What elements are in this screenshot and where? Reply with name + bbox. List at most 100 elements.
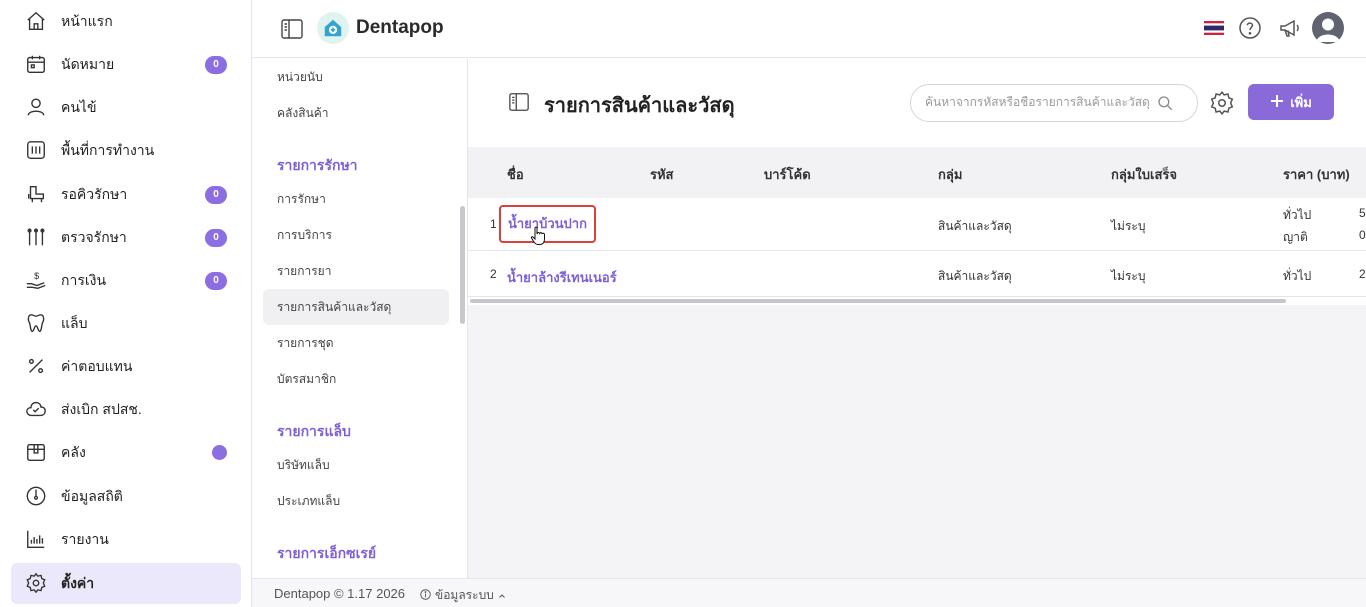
nav-label: ตรวจรักษา — [61, 228, 127, 245]
submenu-item-sets[interactable]: รายการชุด — [263, 325, 449, 361]
search-box — [910, 84, 1198, 122]
nav-label: พื้นที่การทำงาน — [61, 141, 155, 158]
scrollbar-thumb[interactable] — [470, 299, 1286, 303]
user-icon — [24, 95, 48, 119]
nav-item-patients[interactable]: คนไข้ — [11, 87, 241, 128]
nav-item-inventory[interactable]: คลัง — [11, 432, 241, 473]
price-label: ทั่วไป — [1283, 208, 1312, 222]
submenu-scrollbar[interactable] — [460, 206, 465, 324]
nav-label: ตั้งค่า — [61, 574, 95, 591]
nav-item-finance[interactable]: $ การเงิน 0 — [11, 260, 241, 301]
table-row[interactable]: 1 น้ำยาบ้วนปาก สินค้าและวัสดุ ไม่ระบุ ทั… — [468, 198, 1366, 251]
system-info-link[interactable]: ข้อมูลระบบ — [420, 586, 506, 605]
top-bar: Dentapop — [252, 0, 1366, 58]
column-header-barcode[interactable]: บาร์โค้ด — [764, 164, 811, 185]
cloud-check-icon — [24, 397, 48, 421]
page-title: รายการสินค้าและวัสดุ — [544, 95, 735, 117]
horizontal-scrollbar[interactable] — [468, 297, 1366, 305]
submenu-item-lab-types[interactable]: ประเภทแล็บ — [263, 483, 449, 519]
receipt-group-cell: ไม่ระบุ — [1111, 219, 1146, 233]
settings-submenu: หน่วยนับ คลังสินค้า รายการรักษา การรักษา… — [252, 59, 468, 578]
gauge-icon — [24, 484, 48, 508]
nav-label: ส่งเบิก สปสช. — [61, 400, 142, 417]
report-chart-icon — [24, 527, 48, 551]
user-avatar[interactable] — [1312, 12, 1344, 44]
footer: Dentapop © 1.17 2026 ข้อมูลระบบ — [252, 578, 1366, 607]
gear-icon[interactable] — [1209, 90, 1235, 116]
system-info-label: ข้อมูลระบบ — [435, 588, 494, 602]
add-button[interactable]: เพิ่ม — [1248, 84, 1334, 120]
submenu-item-units[interactable]: หน่วยนับ — [263, 59, 449, 95]
nav-item-home[interactable]: หน้าแรก — [11, 1, 241, 42]
nav-label: คนไข้ — [61, 98, 97, 115]
submenu-item-medicines[interactable]: รายการยา — [263, 253, 449, 289]
help-icon[interactable] — [1236, 14, 1264, 42]
search-input[interactable] — [925, 95, 1155, 109]
product-name-link[interactable]: น้ำยาล้างรีเทนเนอร์ — [507, 267, 617, 288]
nav-label: ข้อมูลสถิติ — [61, 487, 123, 504]
nav-item-lab[interactable]: แล็บ — [11, 303, 241, 344]
submenu-heading-xray: รายการเอ็กซเรย์ — [277, 545, 377, 561]
nav-item-workspace[interactable]: พื้นที่การทำงาน — [11, 130, 241, 171]
nav-item-reports[interactable]: รายงาน — [11, 519, 241, 560]
nav-label: การเงิน — [61, 271, 107, 288]
box-icon — [24, 440, 48, 464]
money-hand-icon: $ — [24, 268, 48, 292]
submenu-item-products-materials[interactable]: รายการสินค้าและวัสดุ — [263, 289, 449, 325]
product-name-link[interactable]: น้ำยาบ้วนปาก — [499, 205, 596, 243]
price-value: 5 — [1359, 206, 1366, 220]
table-row[interactable]: 2 น้ำยาล้างรีเทนเนอร์ สินค้าและวัสดุ ไม่… — [468, 251, 1366, 297]
panel-toggle-icon[interactable] — [508, 91, 530, 113]
svg-text:$: $ — [34, 271, 39, 281]
main-sidebar: หน้าแรก นัดหมาย 0 คนไข้ พื้นที่การทำงาน … — [0, 0, 252, 607]
nav-item-nhso-claim[interactable]: ส่งเบิก สปสช. — [11, 389, 241, 430]
submenu-item-treatments[interactable]: การรักษา — [263, 181, 449, 217]
nav-item-statistics[interactable]: ข้อมูลสถิติ — [11, 476, 241, 517]
search-icon[interactable] — [1156, 94, 1174, 112]
dentapop-logo — [317, 12, 349, 44]
nav-item-appointments[interactable]: นัดหมาย 0 — [11, 44, 241, 85]
column-header-receipt-group[interactable]: กลุ่มใบเสร็จ — [1111, 164, 1177, 185]
brand-name: Dentapop — [356, 17, 444, 38]
submenu-item-member-cards[interactable]: บัตรสมาชิก — [263, 361, 449, 397]
column-header-price[interactable]: ราคา (บาท) — [1283, 164, 1350, 185]
copyright-text: Dentapop © 1.17 2026 — [274, 586, 406, 601]
price-value: 2 — [1359, 267, 1366, 281]
calendar-icon — [24, 52, 48, 76]
workspace-icon — [24, 138, 48, 162]
percent-icon — [24, 354, 48, 378]
price-label: ญาติ — [1283, 230, 1308, 244]
nav-label: รอคิวรักษา — [61, 185, 128, 202]
main-content: รายการสินค้าและวัสดุ เพิ่ม ชื่อ รหัส บาร… — [468, 59, 1366, 578]
dental-tools-icon — [24, 225, 48, 249]
nav-item-treatment[interactable]: ตรวจรักษา 0 — [11, 217, 241, 258]
megaphone-icon[interactable] — [1276, 14, 1304, 42]
submenu-item-lab-companies[interactable]: บริษัทแล็บ — [263, 447, 449, 483]
column-header-code[interactable]: รหัส — [650, 164, 674, 185]
add-button-label: เพิ่ม — [1290, 94, 1312, 110]
notification-dot — [212, 445, 227, 460]
chevron-up-icon — [498, 589, 506, 603]
count-badge: 0 — [205, 55, 227, 74]
row-index: 1 — [490, 217, 497, 231]
nav-item-settings[interactable]: ตั้งค่า — [11, 563, 241, 604]
receipt-group-cell: ไม่ระบุ — [1111, 269, 1146, 283]
nav-label: แล็บ — [61, 314, 88, 331]
column-header-name[interactable]: ชื่อ — [507, 164, 524, 185]
info-icon — [420, 588, 431, 603]
nav-label: หน้าแรก — [61, 12, 113, 29]
page-header: รายการสินค้าและวัสดุ เพิ่ม — [468, 59, 1366, 147]
plus-icon — [1270, 94, 1284, 111]
nav-label: ค่าตอบแทน — [61, 357, 133, 374]
nav-item-commission[interactable]: ค่าตอบแทน — [11, 346, 241, 387]
row-index: 2 — [490, 267, 497, 281]
count-badge: 0 — [205, 228, 227, 247]
home-icon — [24, 9, 48, 33]
sidebar-toggle-icon[interactable] — [280, 17, 304, 41]
products-table: ชื่อ รหัส บาร์โค้ด กลุ่ม กลุ่มใบเสร็จ รา… — [468, 147, 1366, 305]
nav-item-waiting-queue[interactable]: รอคิวรักษา 0 — [11, 174, 241, 215]
column-header-group[interactable]: กลุ่ม — [938, 164, 962, 185]
submenu-item-services[interactable]: การบริการ — [263, 217, 449, 253]
submenu-item-warehouse[interactable]: คลังสินค้า — [263, 95, 449, 131]
thai-flag-icon[interactable] — [1200, 14, 1228, 42]
